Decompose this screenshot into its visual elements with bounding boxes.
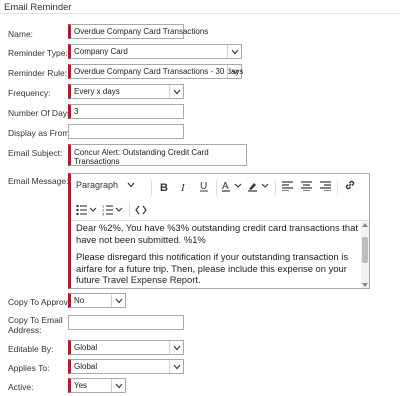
copy-to-approver-select[interactable]: No xyxy=(68,293,126,308)
chevron-down-icon xyxy=(169,85,183,98)
toolbar-divider xyxy=(151,181,152,195)
email-message-editor[interactable]: Paragraph B I U A 123 Dear %2%, You have… xyxy=(68,173,370,289)
align-center-icon[interactable] xyxy=(299,179,313,193)
email-subject-value: Concur Alert: Outstanding Credit Card Tr… xyxy=(74,148,209,166)
scrollbar-thumb[interactable] xyxy=(362,237,368,263)
numbered-list-icon[interactable]: 123 xyxy=(102,203,124,217)
chevron-down-icon xyxy=(111,294,125,307)
bullet-list-icon[interactable] xyxy=(76,203,98,217)
scroll-up-icon[interactable] xyxy=(362,222,368,228)
bold-icon[interactable]: B xyxy=(157,179,171,193)
font-color-icon[interactable]: A xyxy=(221,179,243,193)
active-select[interactable]: Yes xyxy=(68,378,126,393)
underline-icon[interactable]: U xyxy=(197,179,211,193)
svg-text:U: U xyxy=(200,181,207,192)
toolbar-divider xyxy=(129,203,130,217)
name-label: Name: xyxy=(8,29,34,39)
number-of-days-value: 3 xyxy=(74,107,79,116)
applies-to-label: Applies To: xyxy=(8,363,50,373)
copy-to-email-label-line1: Copy To Email xyxy=(8,315,63,325)
message-paragraph: Dear %2%, You have %3% outstanding credi… xyxy=(76,222,358,245)
email-message-content[interactable]: Dear %2%, You have %3% outstanding credi… xyxy=(76,222,362,288)
message-paragraph: Please disregard this notification if yo… xyxy=(76,251,349,285)
display-as-from-label: Display as From: xyxy=(8,128,72,138)
reminder-type-select[interactable]: Company Card xyxy=(68,44,242,59)
reminder-rule-select[interactable]: Overdue Company Card Transactions - 30 d… xyxy=(68,64,244,79)
reminder-type-value: Company Card xyxy=(74,47,128,56)
italic-icon[interactable]: I xyxy=(177,179,191,193)
chevron-down-icon xyxy=(169,360,183,373)
name-input[interactable]: Overdue Company Card Transactions xyxy=(68,24,208,39)
editor-toolbar: Paragraph B I U A 123 xyxy=(71,174,369,221)
reminder-type-label: Reminder Type: xyxy=(8,48,68,58)
paragraph-format-label: Paragraph xyxy=(76,180,119,190)
display-as-from-input[interactable] xyxy=(68,124,184,139)
email-message-label: Email Message: xyxy=(8,176,69,186)
chevron-down-icon xyxy=(227,45,241,58)
reminder-rule-value: Overdue Company Card Transactions - 30 d… xyxy=(74,67,244,76)
reminder-rule-label: Reminder Rule: xyxy=(8,68,68,78)
frequency-label: Frequency: xyxy=(8,88,51,98)
section-title: Email Reminder xyxy=(4,2,72,13)
copy-to-email-input[interactable] xyxy=(68,315,184,330)
section-divider xyxy=(0,13,400,14)
svg-text:A: A xyxy=(222,181,229,192)
source-code-icon[interactable] xyxy=(134,203,148,217)
active-value: Yes xyxy=(74,381,88,390)
copy-to-approver-value: No xyxy=(74,296,85,305)
active-label: Active: xyxy=(8,382,34,392)
number-of-days-input[interactable]: 3 xyxy=(68,104,184,119)
toolbar-divider xyxy=(216,181,217,195)
editable-by-select[interactable]: Global xyxy=(68,340,184,355)
name-value: Overdue Company Card Transactions xyxy=(74,27,209,36)
chevron-down-icon xyxy=(227,65,241,78)
chevron-down-icon xyxy=(169,341,183,354)
frequency-value: Every x days xyxy=(74,87,120,96)
align-left-icon[interactable] xyxy=(280,179,294,193)
copy-to-email-label: Copy To Email Address: xyxy=(8,315,63,335)
copy-to-email-label-line2: Address: xyxy=(8,325,42,335)
chevron-down-icon xyxy=(127,180,135,190)
chevron-down-icon xyxy=(111,379,125,392)
align-right-icon[interactable] xyxy=(318,179,332,193)
frequency-select[interactable]: Every x days xyxy=(68,84,184,99)
editor-scrollbar[interactable] xyxy=(361,221,369,288)
highlight-icon[interactable] xyxy=(247,179,271,193)
editable-by-label: Editable By: xyxy=(8,344,54,354)
email-subject-label: Email Subject: xyxy=(8,148,63,158)
paragraph-format-dropdown[interactable]: Paragraph xyxy=(76,180,135,190)
toolbar-divider xyxy=(337,181,338,195)
svg-text:3: 3 xyxy=(102,212,105,217)
applies-to-select[interactable]: Global xyxy=(68,359,184,374)
link-icon[interactable] xyxy=(343,178,357,192)
svg-text:I: I xyxy=(180,182,186,192)
applies-to-value: Global xyxy=(74,362,98,371)
svg-text:B: B xyxy=(160,182,168,192)
email-subject-textarea[interactable]: Concur Alert: Outstanding Credit Card Tr… xyxy=(68,144,247,166)
scroll-down-icon[interactable] xyxy=(362,282,368,288)
toolbar-divider xyxy=(275,181,276,195)
number-of-days-label: Number Of Days: xyxy=(8,108,74,118)
editable-by-value: Global xyxy=(74,343,98,352)
